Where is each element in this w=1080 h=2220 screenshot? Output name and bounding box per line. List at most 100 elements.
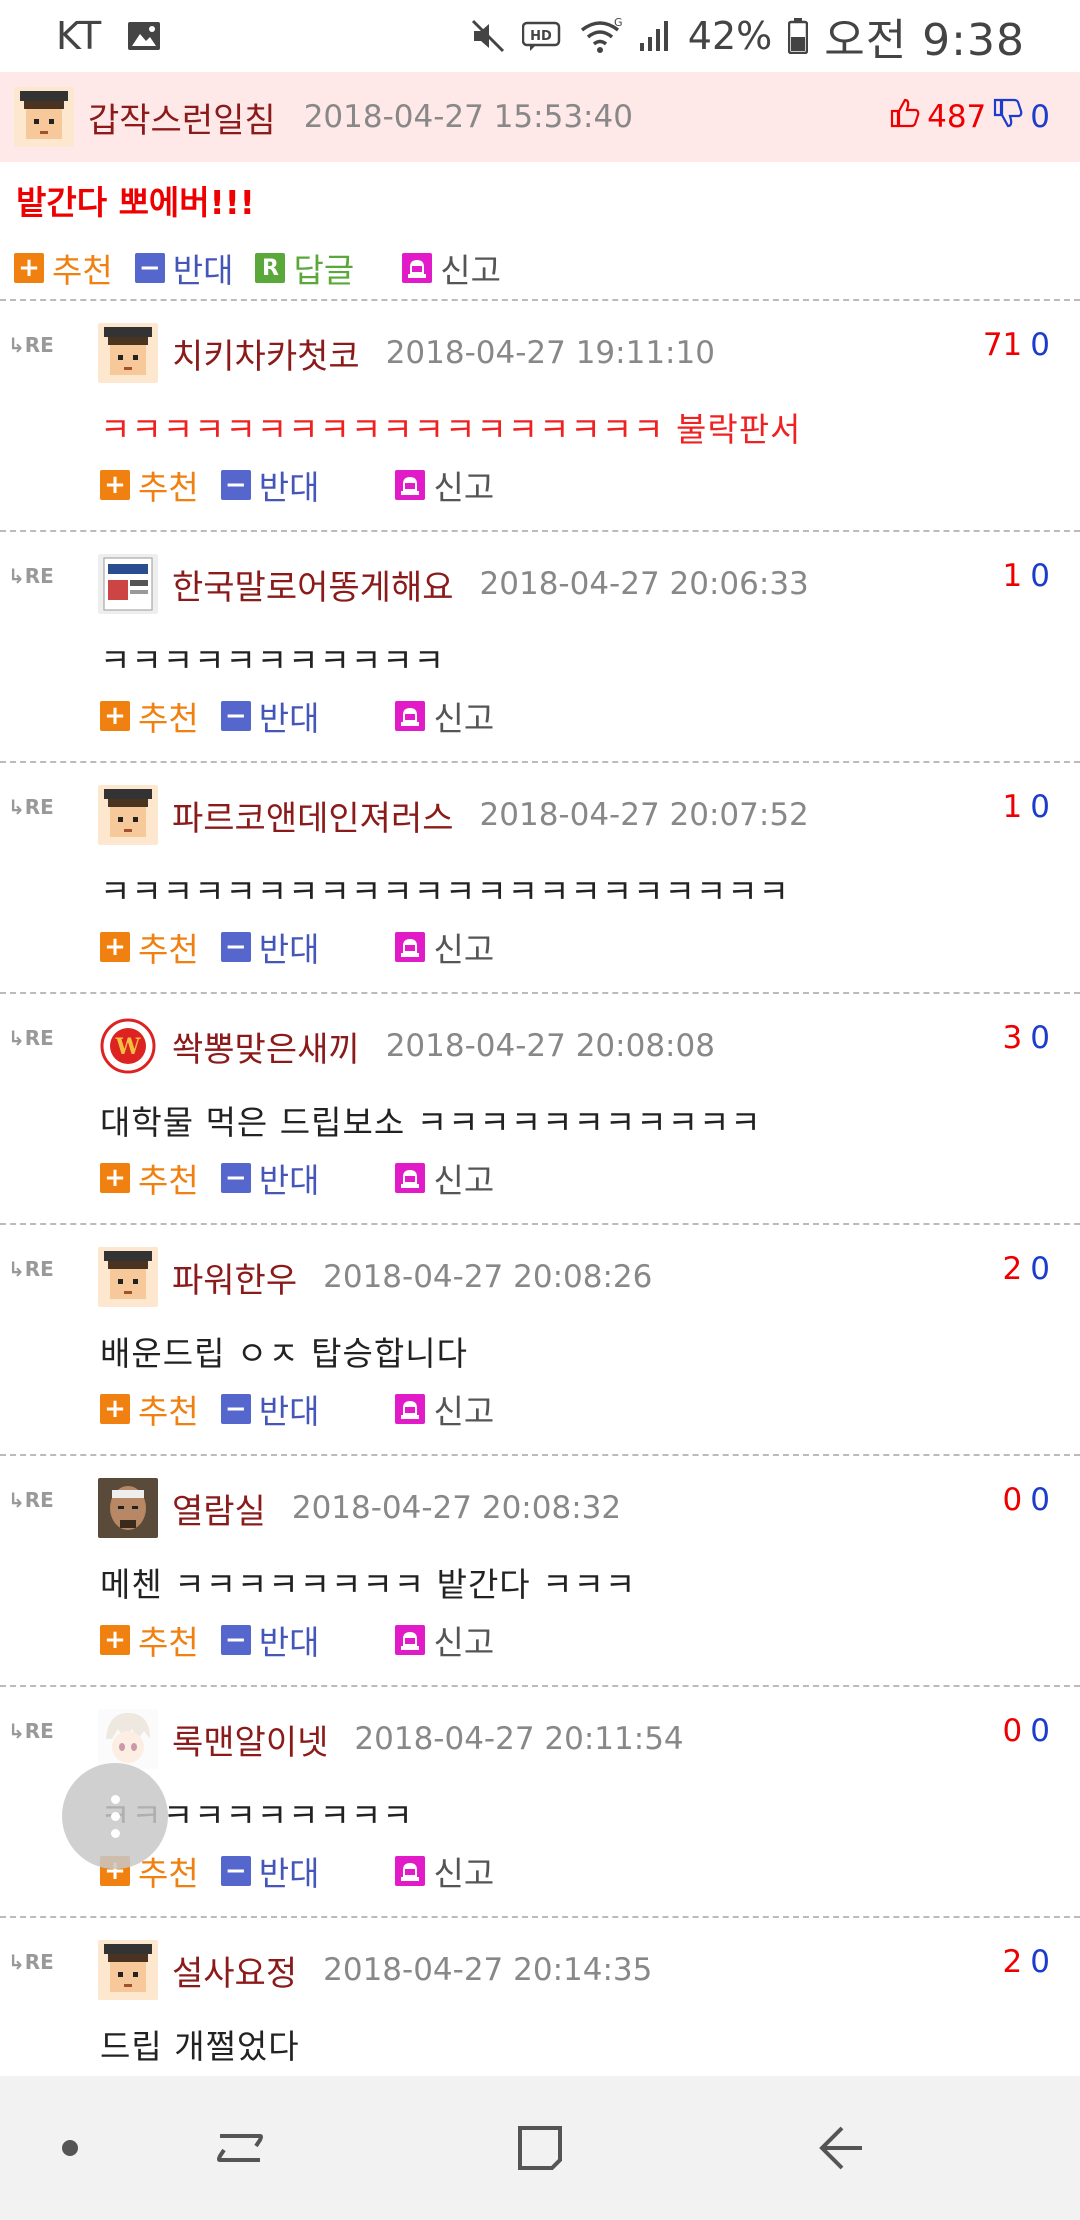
minus-icon: − [220,470,251,500]
wifi-icon: G [578,16,622,56]
comment-author[interactable]: 치키차카첫코 [172,329,360,378]
comment-up-count: 3 [1002,1020,1023,1056]
minus-icon: − [220,1856,251,1886]
avatar[interactable] [14,87,74,147]
oppose-button[interactable]: −반대 [220,1385,319,1433]
comment-actions: +추천 −반대 신고 [100,692,516,740]
avatar[interactable] [98,323,158,383]
recent-apps-icon[interactable] [200,2076,280,2220]
clock: 오전 9:38 [824,15,1025,66]
comment-down-count: 0 [1030,789,1050,825]
comment-votes: 20 [1003,1251,1050,1287]
comment-up-count: 0 [1002,1713,1023,1749]
comment-votes: 30 [1003,1020,1050,1056]
comment-down-count: 0 [1030,327,1050,363]
comment-header: 파르코앤데인져러스 2018-04-27 20:07:52 [98,785,809,845]
report-button[interactable]: 신고 [395,1847,494,1895]
comment-body: 메첸 ㅋㅋㅋㅋㅋㅋㅋㅋ 밭간다 ㅋㅋㅋ [100,1565,637,1604]
thumbs-up-icon[interactable] [889,97,921,137]
report-button[interactable]: 신고 [395,692,494,740]
reply-arrow-icon: ↳RE [8,1488,54,1512]
comment-body: ㅋㅋㅋㅋㅋㅋㅋㅋㅋㅋㅋ [100,641,445,680]
comment-author[interactable]: 열람실 [172,1484,266,1533]
back-icon[interactable] [800,2076,880,2220]
reply-icon: R [255,253,286,283]
comment-votes: 10 [1003,558,1050,594]
comment-body: 배운드립 ㅇㅈ 탑승합니다 [100,1334,468,1373]
home-icon[interactable] [500,2076,580,2220]
comment-date: 2018-04-27 20:08:32 [291,1490,622,1526]
recommend-button[interactable]: +추천 [100,1385,199,1433]
comment-votes: 10 [1003,789,1050,825]
comment-actions: +추천 −반대 신고 [100,461,516,509]
oppose-button[interactable]: −반대 [220,923,319,971]
comment-down-count: 0 [1030,1713,1050,1749]
oppose-button[interactable]: − 반대 [134,244,233,292]
comment-item: ↳RE 파르코앤데인져러스 2018-04-27 20:07:52 1 0 ㅋㅋㅋㅋㅋㅋㅋ… [0,761,1080,992]
comment-author[interactable]: 록맨알이넷 [172,1715,328,1764]
avatar[interactable] [98,785,158,845]
comment-body: ㅋㅋㅋㅋㅋㅋㅋㅋㅋㅋㅋㅋㅋㅋㅋㅋㅋㅋㅋㅋㅋㅋ [100,872,790,911]
comment-author[interactable]: 한국말로어똥게해요 [172,560,454,609]
thumbs-down-icon[interactable] [992,97,1024,137]
oppose-button[interactable]: −반대 [220,461,319,509]
report-button[interactable]: 신고 [402,244,501,292]
minus-icon: − [220,701,251,731]
minus-icon: − [220,1394,251,1424]
comment-date: 2018-04-27 20:08:08 [385,1028,715,1064]
comment-author[interactable]: 파워한우 [172,1253,297,1302]
comment-author[interactable]: 파르코앤데인져러스 [172,791,454,840]
reply-arrow-icon: ↳RE [8,1257,54,1281]
report-button[interactable]: 신고 [395,461,494,509]
avatar[interactable] [98,1247,158,1307]
oppose-button[interactable]: −반대 [220,1616,319,1664]
battery-percent: 42% [687,14,773,58]
report-button[interactable]: 신고 [395,1385,494,1433]
avatar[interactable] [98,1709,158,1769]
post-up-count: 487 [927,99,987,135]
oppose-button[interactable]: −반대 [220,692,319,740]
oppose-button[interactable]: −반대 [220,1154,319,1202]
floating-menu-button[interactable] [62,1763,168,1869]
post-author[interactable]: 갑작스런일침 [88,93,276,142]
siren-icon [395,1163,426,1193]
comment-author[interactable]: 설사요정 [172,1946,297,1995]
recommend-button[interactable]: +추천 [100,1154,199,1202]
comment-body: ㅋㅋㅋㅋㅋㅋㅋㅋㅋㅋㅋㅋㅋㅋㅋㅋㅋㅋ 불락판서 [100,410,802,449]
comment-header: 설사요정 2018-04-27 20:14:35 [98,1940,652,2000]
recommend-button[interactable]: + 추천 [14,244,113,292]
comment-item: ↳RE 열람실 2018-04-27 20:08:32 0 0 메첸 ㅋㅋㅋㅋㅋㅋㅋㅋ 밭… [0,1454,1080,1685]
dot-indicator-icon[interactable] [40,2076,100,2220]
report-button[interactable]: 신고 [395,923,494,971]
recommend-button[interactable]: +추천 [100,1616,199,1664]
plus-icon: + [100,932,130,962]
comment-header: 한국말로어똥게해요 2018-04-27 20:06:33 [98,554,809,614]
avatar[interactable] [98,1940,158,2000]
avatar[interactable] [98,1478,158,1538]
reply-arrow-icon: ↳RE [8,1026,54,1050]
siren-icon [395,1394,426,1424]
hd-icon: HD [521,20,562,52]
comment-author[interactable]: 쏵뽕맞은새끼 [172,1022,360,1071]
reply-button[interactable]: R 답글 [255,244,354,292]
minus-icon: − [134,253,165,283]
recommend-button[interactable]: +추천 [100,923,199,971]
comment-item: ↳RE 한국말로어똥게해요 2018-04-27 20:06:33 1 0 ㅋㅋㅋㅋㅋㅋㅋ… [0,530,1080,761]
siren-icon [402,253,433,283]
comment-votes: 00 [1003,1713,1050,1749]
comment-date: 2018-04-27 20:08:26 [323,1259,653,1295]
report-button[interactable]: 신고 [395,1154,494,1202]
comment-down-count: 0 [1030,1020,1050,1056]
post-header: 갑작스런일침 2018-04-27 15:53:40 487 0 [0,72,1080,162]
comment-date: 2018-04-27 20:07:52 [479,797,809,833]
report-button[interactable]: 신고 [395,1616,494,1664]
comment-up-count: 2 [1002,1944,1023,1980]
avatar[interactable]: W [98,1016,158,1076]
minus-icon: − [220,1625,251,1655]
recommend-button[interactable]: +추천 [100,692,199,740]
recommend-button[interactable]: +추천 [100,461,199,509]
svg-text:W: W [115,1034,141,1060]
comment-date: 2018-04-27 20:06:33 [479,566,809,602]
oppose-button[interactable]: −반대 [220,1847,319,1895]
avatar[interactable] [98,554,158,614]
